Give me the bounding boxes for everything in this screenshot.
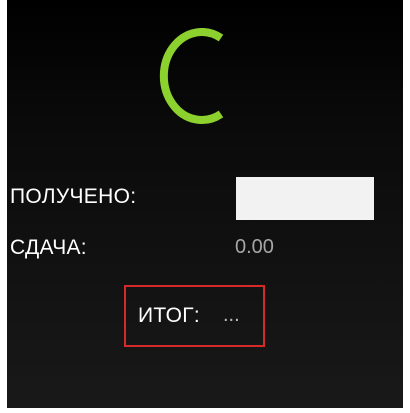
change-value: 0.00 — [235, 236, 274, 258]
change-label: СДАЧА: — [10, 236, 87, 259]
total-value: ... — [223, 304, 240, 326]
total-highlight-box: ИТОГ: ... — [124, 285, 265, 347]
total-label: ИТОГ: — [138, 304, 201, 327]
payment-screen: ПОЛУЧЕНО: СДАЧА: 0.00 ИТОГ: ... — [7, 0, 403, 408]
received-amount-input[interactable] — [236, 177, 374, 220]
loading-spinner-icon — [159, 28, 224, 124]
received-label: ПОЛУЧЕНО: — [10, 185, 137, 208]
